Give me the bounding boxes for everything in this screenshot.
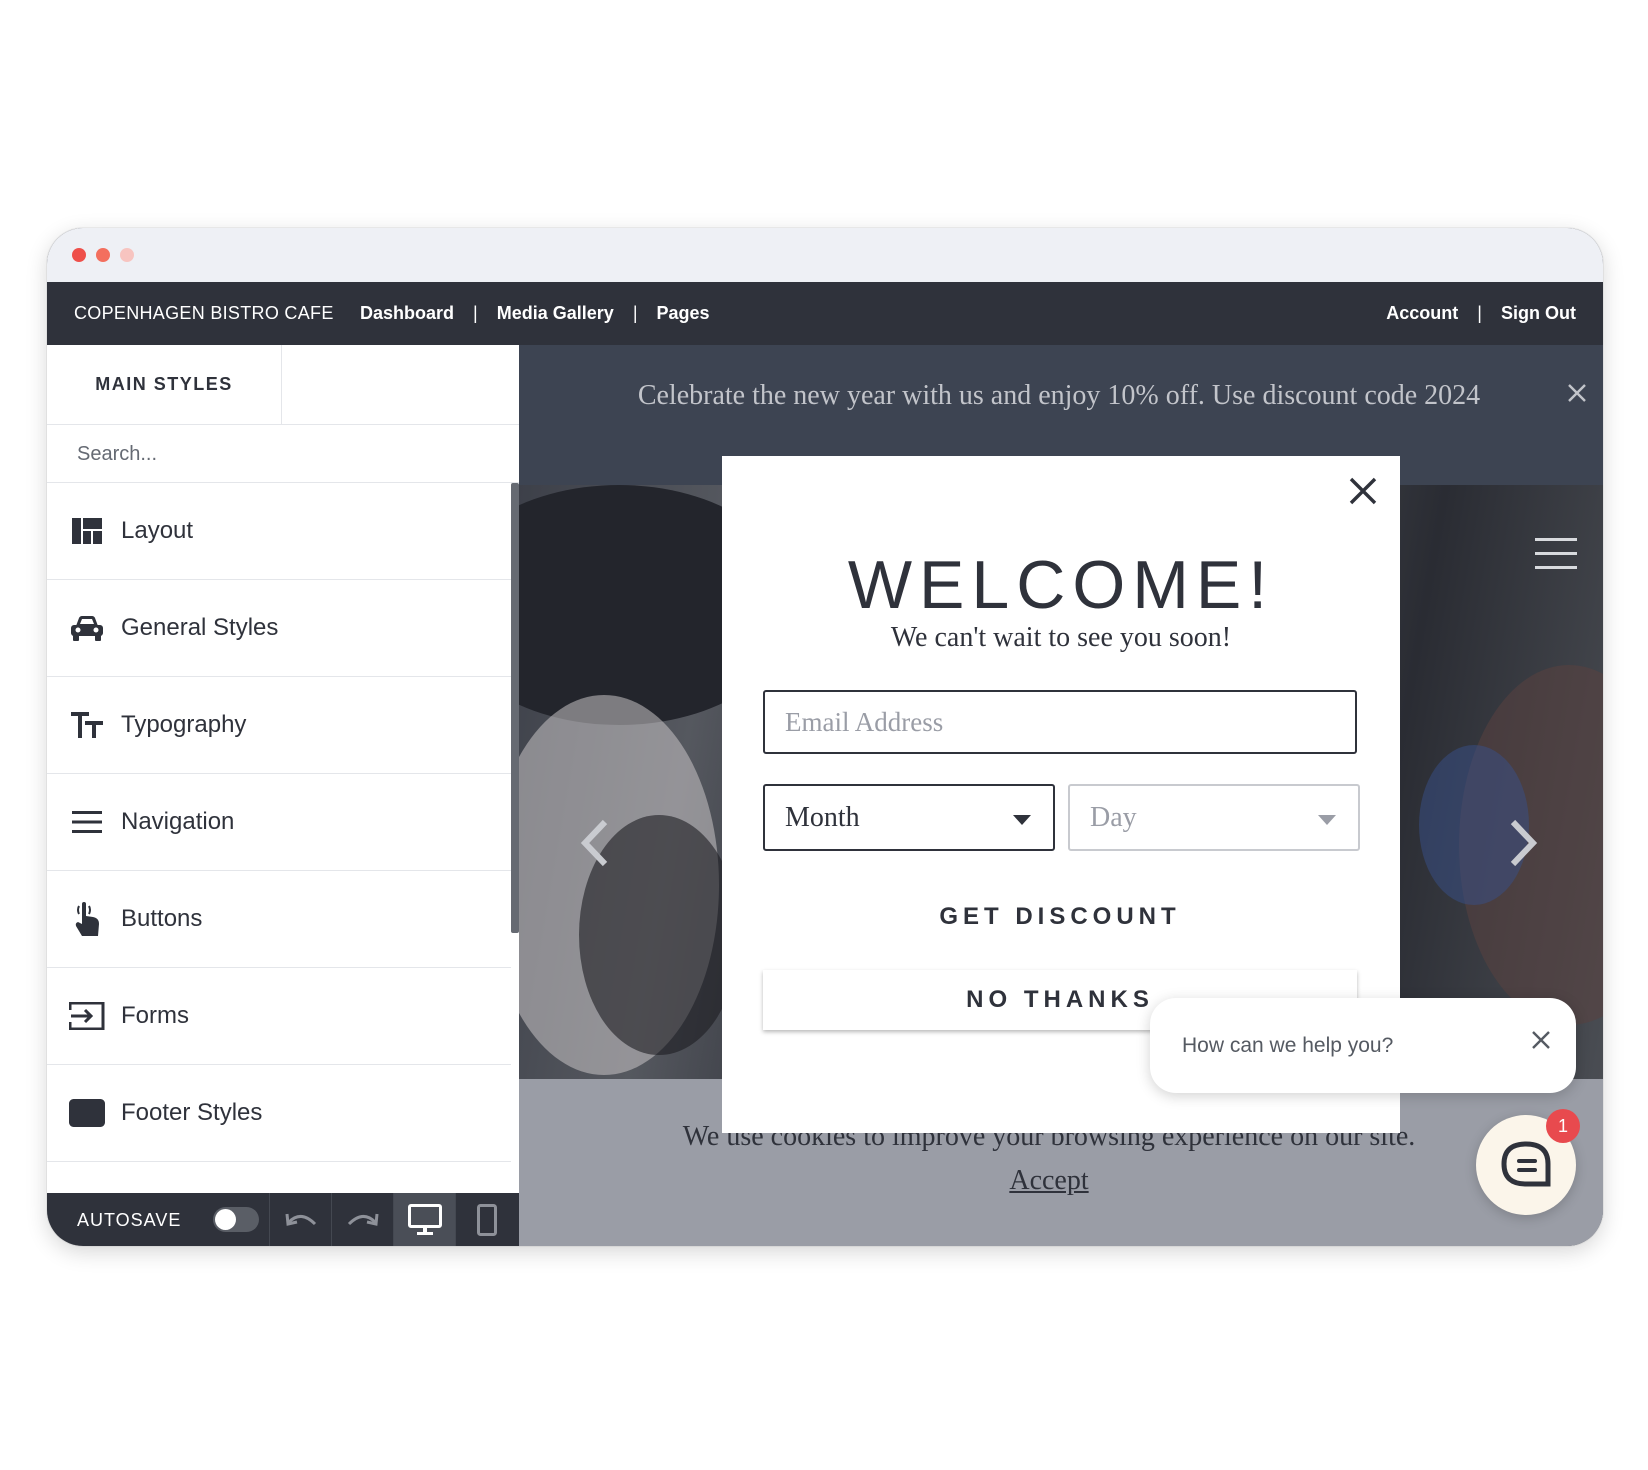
autosave-toggle[interactable]: [213, 1207, 259, 1232]
text-size-icon: [69, 709, 105, 741]
sidebar-item-buttons[interactable]: Buttons: [47, 871, 511, 968]
popup-title: WELCOME!: [847, 547, 1275, 623]
nav-separator: |: [1477, 303, 1482, 323]
sidebar-scrollbar[interactable]: [511, 483, 519, 933]
email-field[interactable]: [763, 690, 1357, 754]
chevron-down-icon: [1318, 815, 1336, 825]
sidebar-item-label: Navigation: [121, 808, 235, 835]
chat-close-icon[interactable]: [1530, 1029, 1552, 1056]
top-navigation: COPENHAGEN BISTRO CAFE Dashboard | Media…: [47, 282, 1603, 345]
pointer-hand-icon: [69, 902, 105, 936]
site-brand[interactable]: COPENHAGEN BISTRO CAFE: [74, 303, 334, 324]
chat-prompt-bubble[interactable]: How can we help you?: [1150, 998, 1576, 1093]
cookie-accept-link[interactable]: Accept: [949, 1165, 1149, 1197]
nav-link-dashboard[interactable]: Dashboard: [360, 303, 454, 323]
tab-main-styles[interactable]: MAIN STYLES: [47, 345, 282, 424]
window-titlebar: [47, 228, 1603, 282]
sidebar-item-footer-styles[interactable]: Footer Styles: [47, 1065, 511, 1162]
minimize-window-dot[interactable]: [96, 248, 110, 262]
sidebar-item-label: Layout: [121, 517, 194, 544]
toggle-knob: [215, 1209, 236, 1230]
sidebar-item-label: Buttons: [121, 905, 203, 932]
sidebar-bottom-toolbar: AUTOSAVE: [47, 1193, 519, 1246]
mobile-view-button[interactable]: [455, 1193, 518, 1246]
desktop-view-button[interactable]: [393, 1193, 456, 1246]
sidebar-item-label: Typography: [121, 711, 247, 738]
maximize-window-dot[interactable]: [120, 248, 134, 262]
sign-out-link[interactable]: Sign Out: [1501, 303, 1576, 323]
sidebar-item-typography[interactable]: Typography: [47, 677, 511, 774]
sidebar-item-general-styles[interactable]: General Styles: [47, 580, 511, 677]
nav-separator: |: [632, 303, 638, 323]
sidebar-search: [47, 425, 519, 483]
footer-icon: [69, 1097, 105, 1129]
hamburger-icon: [69, 806, 105, 838]
site-menu-hamburger-icon[interactable]: [1535, 538, 1577, 570]
account-links: Account | Sign Out: [1386, 303, 1576, 324]
popup-subtitle: We can't wait to see you soon!: [890, 622, 1232, 653]
slide-next-arrow-icon[interactable]: [1507, 818, 1541, 868]
popup-close-icon[interactable]: [1348, 476, 1378, 511]
nav-links: Dashboard | Media Gallery | Pages: [360, 303, 710, 324]
sidebar-item-forms[interactable]: Forms: [47, 968, 511, 1065]
chevron-down-icon: [1013, 815, 1031, 825]
search-input[interactable]: [75, 439, 479, 469]
nav-link-media-gallery[interactable]: Media Gallery: [497, 303, 614, 323]
chat-icon: [1501, 1141, 1551, 1187]
nav-separator: |: [473, 303, 478, 323]
sidebar-item-label: Footer Styles: [121, 1099, 263, 1126]
day-select-value: Day: [1090, 801, 1137, 833]
layout-icon: [69, 515, 105, 547]
close-window-dot[interactable]: [72, 248, 86, 262]
styles-sidebar: MAIN STYLES Layout General Styles Typogr…: [47, 345, 519, 1246]
sidebar-item-label: Forms: [121, 1002, 189, 1029]
month-select-value: Month: [785, 801, 860, 833]
account-link[interactable]: Account: [1386, 303, 1458, 323]
announcement-close-icon[interactable]: [1567, 383, 1587, 408]
chat-prompt-text: How can we help you?: [1182, 1034, 1394, 1057]
chat-notification-badge: 1: [1546, 1109, 1580, 1143]
day-select[interactable]: Day: [1068, 784, 1360, 851]
autosave-label: AUTOSAVE: [77, 1210, 182, 1230]
slide-prev-arrow-icon[interactable]: [577, 818, 611, 868]
redo-icon: [347, 1213, 379, 1226]
nav-link-pages[interactable]: Pages: [657, 303, 710, 323]
mobile-icon: [477, 1203, 497, 1236]
undo-button[interactable]: [269, 1193, 332, 1246]
desktop-icon: [408, 1203, 442, 1235]
sidebar-item-layout[interactable]: Layout: [47, 483, 511, 580]
get-discount-button[interactable]: GET DISCOUNT: [763, 889, 1357, 945]
car-icon: [69, 612, 105, 644]
undo-icon: [285, 1213, 317, 1226]
month-select[interactable]: Month: [763, 784, 1055, 851]
sidebar-item-navigation[interactable]: Navigation: [47, 774, 511, 871]
redo-button[interactable]: [331, 1193, 394, 1246]
sign-in-icon: [69, 1000, 105, 1032]
sidebar-tabs: MAIN STYLES: [47, 345, 519, 425]
sidebar-item-label: General Styles: [121, 614, 279, 641]
announcement-text: Celebrate the new year with us and enjoy…: [637, 380, 1481, 411]
